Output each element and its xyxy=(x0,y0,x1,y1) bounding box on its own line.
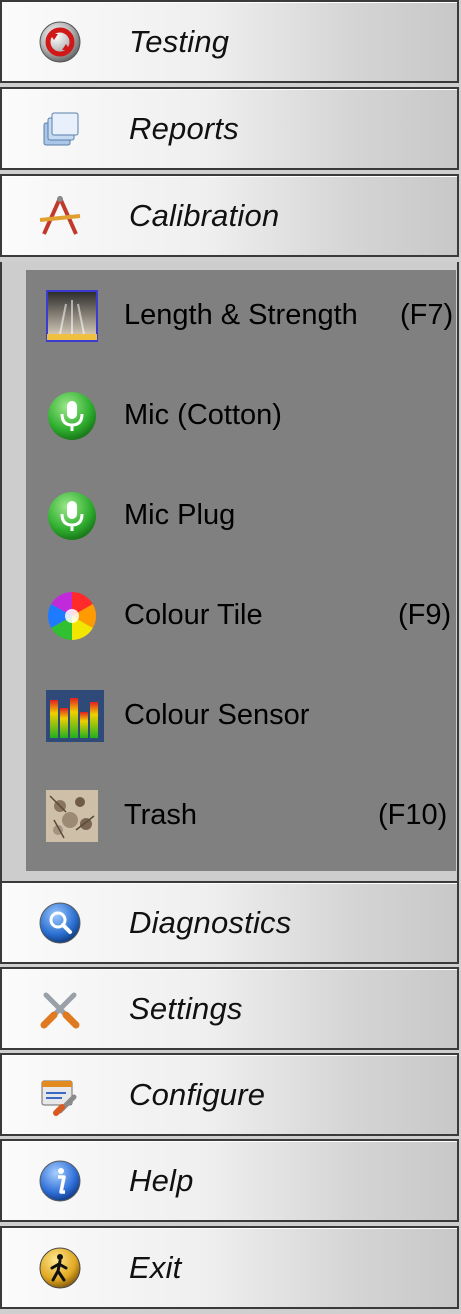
magnifier-icon xyxy=(38,901,82,945)
calibration-item-label: Length & Strength xyxy=(124,299,358,331)
tools-icon xyxy=(38,987,82,1031)
section-exit[interactable]: Exit xyxy=(0,1226,459,1309)
section-label: Testing xyxy=(129,24,230,59)
info-icon xyxy=(38,1159,82,1203)
calibration-item-label: Trash xyxy=(124,799,198,831)
length-strength-icon xyxy=(46,290,98,342)
calibration-item-trash[interactable]: Trash (F10) xyxy=(26,770,456,860)
calibration-item-colour-tile[interactable]: Colour Tile (F9) xyxy=(26,570,456,660)
trash-sample-icon xyxy=(46,790,98,842)
calibration-icon xyxy=(38,194,82,238)
calibration-item-label: Mic Plug xyxy=(124,499,236,531)
section-calibration[interactable]: Calibration xyxy=(0,174,459,257)
shortcut-key: (F10) xyxy=(378,799,448,831)
calibration-item-label: Mic (Cotton) xyxy=(124,399,282,431)
navigation-menu: Testing Reports Calibration Length & Str… xyxy=(0,0,461,1314)
section-label: Exit xyxy=(129,1250,182,1285)
calibration-item-label: Colour Tile xyxy=(124,599,263,631)
colour-sensor-icon xyxy=(46,690,104,742)
configure-icon xyxy=(38,1073,82,1117)
section-testing[interactable]: Testing xyxy=(0,0,459,83)
section-label: Configure xyxy=(129,1077,266,1112)
section-configure[interactable]: Configure xyxy=(0,1053,459,1136)
colour-wheel-icon xyxy=(46,590,98,642)
shortcut-key: (F7) xyxy=(400,299,454,331)
section-reports[interactable]: Reports xyxy=(0,87,459,170)
shortcut-key: (F9) xyxy=(398,599,452,631)
calibration-item-length-strength[interactable]: Length & Strength (F7) xyxy=(26,270,456,360)
exit-icon xyxy=(38,1246,82,1290)
calibration-item-label: Colour Sensor xyxy=(124,699,310,731)
section-help[interactable]: Help xyxy=(0,1139,459,1222)
section-settings[interactable]: Settings xyxy=(0,967,459,1050)
section-label: Diagnostics xyxy=(129,905,292,940)
section-label: Reports xyxy=(129,111,239,146)
microphone-icon xyxy=(46,490,98,542)
calibration-item-mic-plug[interactable]: Mic Plug xyxy=(26,470,456,560)
section-label: Calibration xyxy=(129,198,280,233)
section-diagnostics[interactable]: Diagnostics xyxy=(0,881,459,964)
calibration-item-mic-cotton[interactable]: Mic (Cotton) xyxy=(26,370,456,460)
testing-icon xyxy=(38,20,82,64)
microphone-icon xyxy=(46,390,98,442)
calibration-item-colour-sensor[interactable]: Colour Sensor xyxy=(26,670,456,760)
section-label: Settings xyxy=(129,991,243,1026)
calibration-panel: Length & Strength (F7) Mic (Cotton) Mic … xyxy=(0,262,459,881)
section-label: Help xyxy=(129,1163,194,1198)
calibration-items-list: Length & Strength (F7) Mic (Cotton) Mic … xyxy=(26,270,456,871)
reports-icon xyxy=(38,107,82,151)
